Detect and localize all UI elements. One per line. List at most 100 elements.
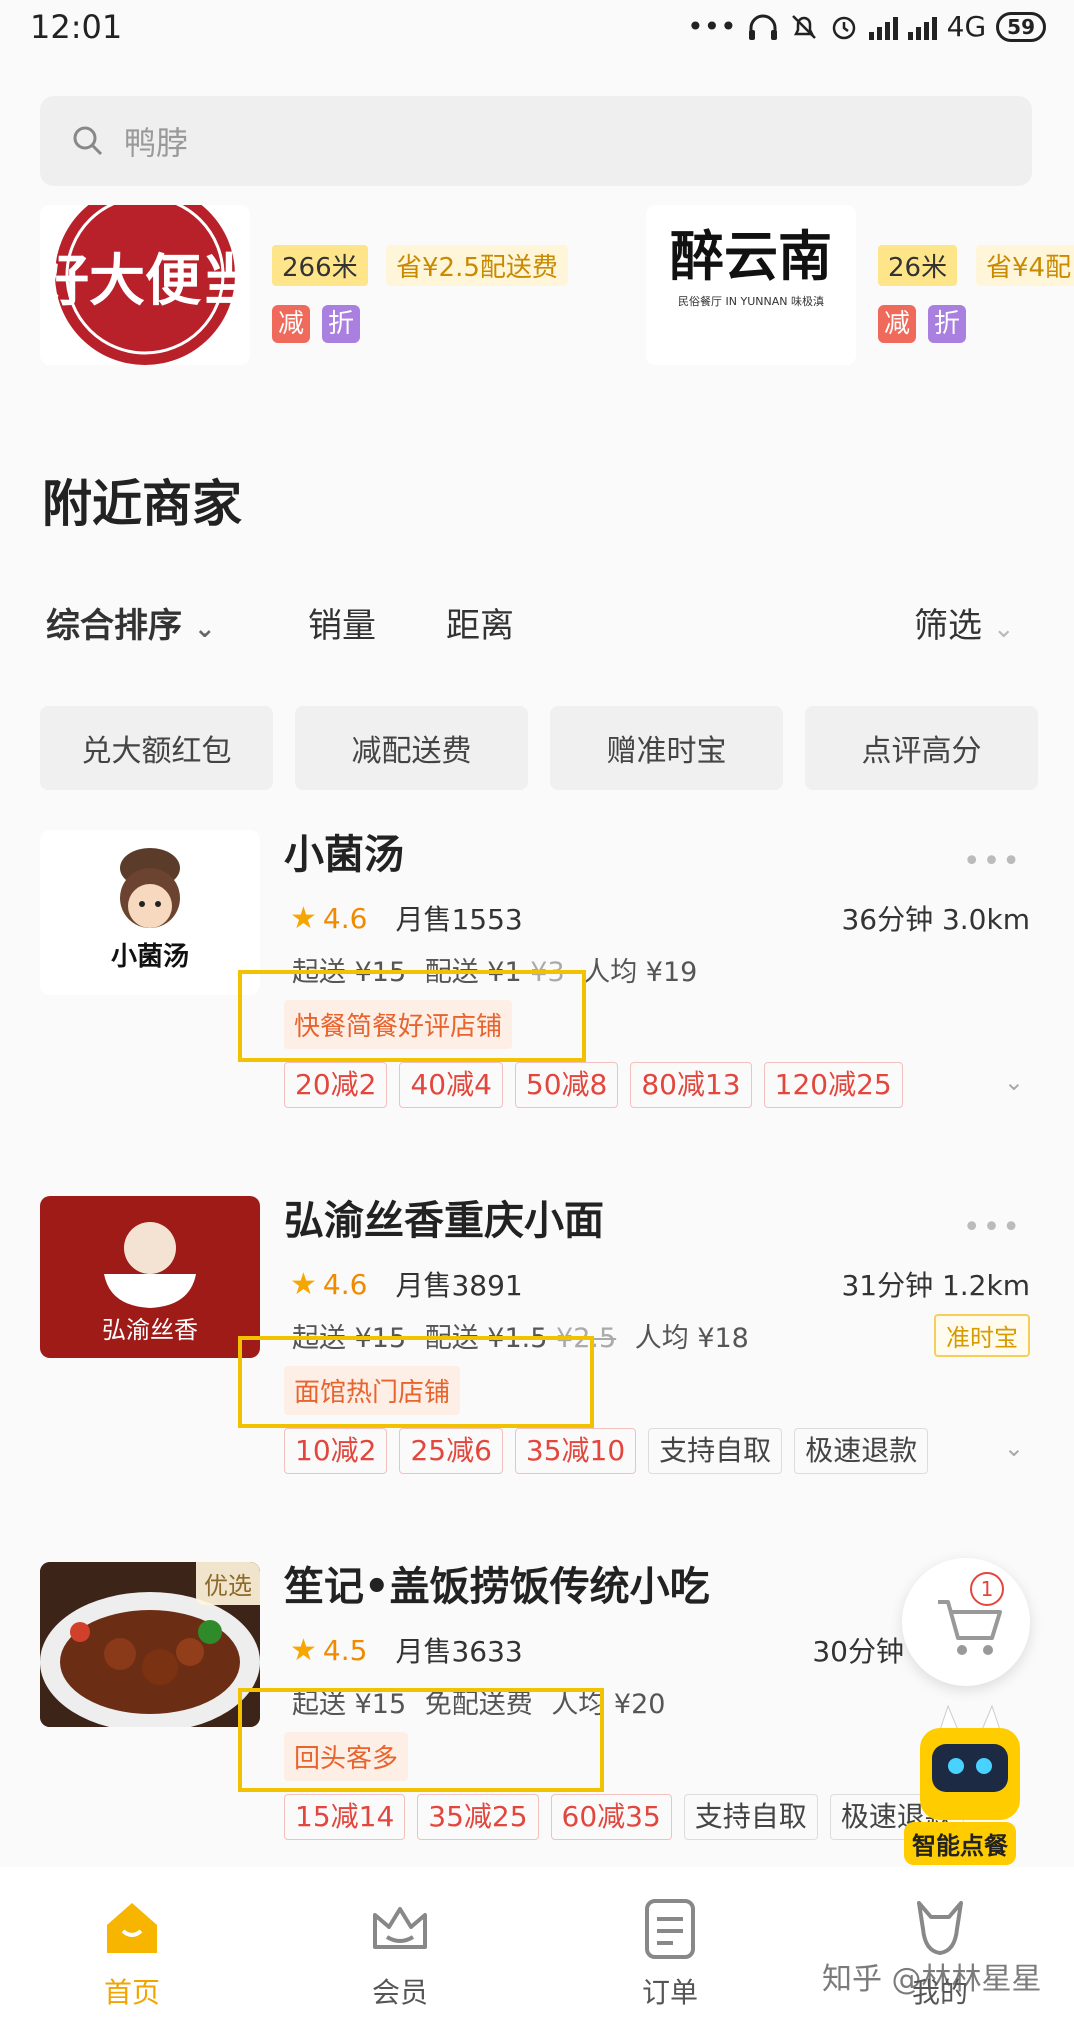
more-options-icon[interactable]: •••	[963, 1210, 1022, 1245]
promo-tag: 40减4	[399, 1062, 503, 1108]
sort-bar: 综合排序 ⌄ 销量 距离 筛选 ⌄	[0, 598, 1074, 648]
expand-chevron-icon[interactable]: ⌄	[1004, 1068, 1024, 1096]
signal-icon-2	[907, 14, 937, 40]
star-icon: ★	[290, 1266, 317, 1302]
nav-orders-label: 订单	[641, 1976, 698, 2009]
order-icon	[645, 1899, 695, 1959]
featured-badge: 优选	[196, 1562, 260, 1605]
bell-off-icon	[791, 14, 816, 39]
shop-logo: 醉云南 民俗餐厅 IN YUNNAN 味极滇	[646, 205, 856, 365]
star-icon: ★	[290, 900, 317, 936]
shop-name: 弘渝丝香重庆小面	[284, 1198, 604, 1244]
promo-list: 20减2 40减4 50减8 80减13 120减25	[284, 1062, 903, 1108]
chip-high-rating[interactable]: 点评高分	[805, 706, 1038, 790]
status-bar: 12:01 ••• 4G 59	[0, 0, 1074, 62]
promo-list: 10减2 25减6 35减10 支持自取 极速退款	[284, 1428, 929, 1474]
recommended-shops-carousel: 好大便当 266米 省¥2.5配送费 减 折 醉云南 民俗餐厅 IN YUNNA…	[0, 205, 1074, 375]
filter-label: 筛选	[914, 606, 982, 646]
shop-card[interactable]: 弘渝丝香 弘渝丝香重庆小面 ••• ★ 4.6 月售3891 31分钟 1.2k…	[0, 1196, 1074, 1496]
nav-membership[interactable]: 会员	[330, 1867, 470, 2011]
rating-score: 4.6	[322, 901, 368, 935]
shop-rating: ★ 4.6 月售3891	[290, 1264, 523, 1304]
chevron-down-icon: ⌄	[193, 614, 216, 644]
headphones-icon	[748, 14, 777, 40]
promo-tag: 50减8	[514, 1062, 619, 1108]
nav-orders[interactable]: 订单	[600, 1867, 740, 2011]
shop-logo: 小菌汤	[40, 830, 260, 995]
home-icon	[107, 1903, 157, 1953]
section-title: 附近商家	[42, 475, 242, 533]
nav-home-label: 首页	[103, 1976, 160, 2009]
profile-icon	[917, 1901, 963, 1955]
chevron-down-icon: ⌄	[992, 614, 1015, 644]
eta-distance: 31分钟 1.2km	[841, 1269, 1030, 1302]
signal-icon	[868, 14, 898, 40]
bottom-nav: 首页 会员 订单 我的	[0, 1867, 1074, 2025]
shop-rating: ★ 4.6 月售1553	[290, 898, 523, 938]
highlight-box	[238, 1336, 594, 1428]
assistant-label: 智能点餐	[904, 1822, 1016, 1865]
sort-sales[interactable]: 销量	[308, 598, 376, 647]
more-options-icon[interactable]: •••	[963, 844, 1022, 879]
promo-tag: 80减13	[630, 1062, 752, 1108]
logo-text: 弘渝丝香	[102, 1316, 198, 1344]
discount-badge: 减	[878, 305, 916, 343]
robot-mascot-icon	[920, 1704, 1020, 1820]
nav-home[interactable]: 首页	[62, 1867, 202, 2011]
sort-distance[interactable]: 距离	[446, 598, 514, 647]
more-dots-icon: •••	[687, 10, 737, 43]
promo-tag: 35减10	[514, 1428, 637, 1474]
promo-tag: 35减25	[417, 1794, 539, 1840]
service-tag: 极速退款	[794, 1428, 929, 1474]
shop-food-photo: 优选	[40, 1562, 260, 1727]
filter-button[interactable]: 筛选 ⌄	[914, 598, 1015, 647]
eta-distance: 36分钟 3.0km	[841, 903, 1030, 936]
monthly-sales: 月售3891	[395, 1269, 523, 1302]
sale-badge: 折	[928, 305, 966, 343]
avg-price: 人均 ¥19	[583, 957, 698, 988]
shop-name: 小菌汤	[284, 832, 404, 878]
shop-logo: 弘渝丝香	[40, 1196, 260, 1358]
promo-tag: 25减6	[399, 1428, 503, 1474]
chip-red-packet[interactable]: 兑大额红包	[40, 706, 273, 790]
status-icons: ••• 4G 59	[687, 10, 1046, 43]
smart-order-assistant[interactable]: 智能点餐	[904, 1702, 1030, 1865]
cart-icon	[938, 1600, 1002, 1655]
search-placeholder: 鸭脖	[124, 124, 189, 162]
shop-name: 笙记•盖饭捞饭传统小吃	[284, 1564, 710, 1610]
logo-text: 小菌汤	[111, 942, 189, 972]
expand-chevron-icon[interactable]: ⌄	[1004, 1434, 1024, 1462]
promo-tag: 10减2	[284, 1428, 388, 1474]
promo-list: 15减14 35减25 60减35 支持自取 极速退款	[284, 1794, 964, 1840]
promo-tag: 20减2	[284, 1062, 388, 1108]
monthly-sales: 月售1553	[395, 903, 523, 936]
network-type: 4G	[946, 10, 987, 43]
promo-tag: 60减35	[550, 1794, 672, 1840]
eta-distance: 30分钟	[812, 1635, 904, 1668]
search-bar[interactable]: 鸭脖	[40, 96, 1032, 186]
monthly-sales: 月售3633	[395, 1635, 523, 1668]
savings-tag: 省¥4配	[976, 245, 1074, 286]
service-tag: 支持自取	[648, 1428, 783, 1474]
chip-on-time-guarantee[interactable]: 赠准时宝	[550, 706, 783, 790]
status-time: 12:01	[30, 8, 123, 46]
sort-default-label: 综合排序	[46, 606, 182, 646]
watermark: 知乎 @林林星星	[822, 1962, 1042, 1997]
search-icon	[73, 126, 103, 156]
alarm-icon	[832, 16, 855, 39]
battery-indicator: 59	[996, 11, 1046, 42]
carousel-item[interactable]: 醉云南 民俗餐厅 IN YUNNAN 味极滇 26米 省¥4配 减 折	[0, 205, 1074, 365]
highlight-box	[238, 1688, 604, 1792]
service-tag: 支持自取	[683, 1794, 818, 1840]
promo-tag: 120减25	[763, 1062, 903, 1108]
logo-text: 醉云南	[670, 224, 832, 288]
sort-default[interactable]: 综合排序 ⌄	[46, 598, 216, 647]
star-icon: ★	[290, 1632, 317, 1668]
shop-card[interactable]: 小菌汤 小菌汤 ••• ★ 4.6 月售1553 36分钟 3.0km 起送 ¥…	[0, 830, 1074, 1130]
nav-membership-label: 会员	[371, 1976, 428, 2009]
chip-reduced-delivery[interactable]: 减配送费	[295, 706, 528, 790]
cart-button[interactable]: 1	[902, 1558, 1030, 1686]
logo-subtext: 民俗餐厅 IN YUNNAN 味极滇	[678, 294, 824, 308]
distance-tag: 26米	[878, 245, 958, 286]
rating-score: 4.6	[322, 1267, 368, 1301]
